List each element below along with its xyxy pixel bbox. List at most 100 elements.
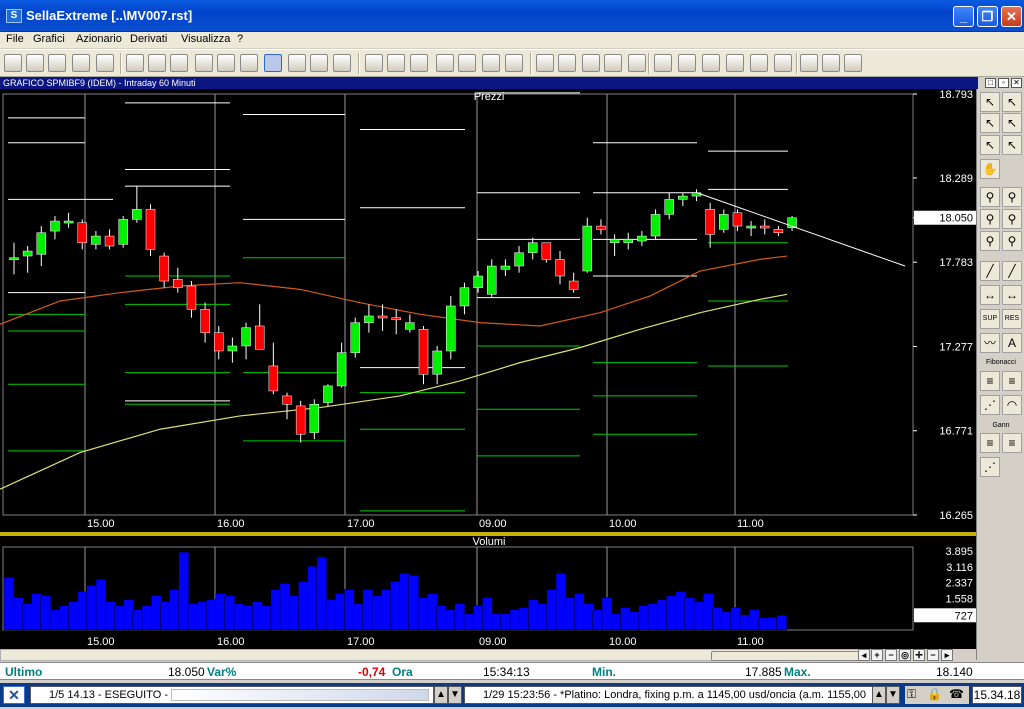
zoom-in-icon[interactable]: ⚲ <box>980 209 1000 229</box>
chart-area[interactable]: Prezzi 18.793 18.289 18.050 17.783 17.277 16.7… <box>0 89 976 660</box>
chart-icon[interactable] <box>726 54 744 72</box>
polyline-icon[interactable]: 〰 <box>980 333 1000 353</box>
alert-icon[interactable] <box>217 54 235 72</box>
open-icon[interactable] <box>4 54 22 72</box>
menu-file[interactable]: File <box>6 33 24 45</box>
globe-icon[interactable] <box>774 54 792 72</box>
watch-icon[interactable] <box>604 54 622 72</box>
fib-fan-icon[interactable]: ⋰ <box>980 395 1000 415</box>
gann-icon[interactable]: ≡ <box>980 433 1000 453</box>
search-icon[interactable] <box>288 54 306 72</box>
zoom-out2-icon[interactable]: ⚲ <box>1002 231 1022 251</box>
zoom-in-button[interactable]: + <box>871 649 883 661</box>
document-icon[interactable] <box>844 54 862 72</box>
zoom-out-icon[interactable]: ⚲ <box>980 231 1000 251</box>
app-icon[interactable]: S <box>6 9 22 23</box>
gann2-icon[interactable]: ≡ <box>1002 433 1022 453</box>
quote-bar: Ultimo 18.050 Var% -0,74 Ora 15:34:13 Mi… <box>0 662 1024 680</box>
select-arrow3-icon[interactable]: ↖ <box>980 113 1000 133</box>
menu-visualizza[interactable]: Visualizza <box>181 33 230 45</box>
refresh-icon[interactable] <box>333 54 351 72</box>
person-icon[interactable] <box>582 54 600 72</box>
chart-restore-button[interactable]: □ <box>985 78 996 88</box>
quote-icon[interactable] <box>628 54 646 72</box>
chart-close-button[interactable]: ✕ <box>1011 78 1022 88</box>
gann-fan-icon[interactable]: ⋰ <box>980 457 1000 477</box>
compass-icon[interactable] <box>654 54 672 72</box>
move-button[interactable]: ✛ <box>913 649 925 661</box>
candle-body <box>336 352 347 387</box>
menu-derivati[interactable]: Derivati <box>130 33 167 45</box>
draw-arrow2-icon[interactable]: ↖ <box>1002 135 1022 155</box>
zoom-out-button[interactable]: − <box>885 649 897 661</box>
news-ticker[interactable]: 1/29 15:23:56 - *Platino: Londra, fixing… <box>464 686 898 704</box>
fib-arc-icon[interactable]: ◠ <box>1002 395 1022 415</box>
save-icon[interactable] <box>48 54 66 72</box>
support-tool[interactable]: SUP <box>980 309 1000 329</box>
order-down-arrow[interactable]: ▼ <box>448 686 462 704</box>
scroll-right-button[interactable]: ▸ <box>941 649 953 661</box>
cancel-icon[interactable] <box>96 54 114 72</box>
menu-help[interactable]: ? <box>237 33 243 45</box>
hand-icon[interactable]: ✋ <box>980 159 1000 179</box>
tree2-icon[interactable] <box>536 54 554 72</box>
minimize-button[interactable]: _ <box>953 6 974 27</box>
close-button[interactable]: ✕ <box>1001 6 1022 27</box>
scroll-track[interactable] <box>0 649 870 661</box>
arrow-tool-icon[interactable] <box>240 54 258 72</box>
select-arrow2-icon[interactable]: ↖ <box>1002 92 1022 112</box>
portfolio-icon[interactable] <box>170 54 188 72</box>
menu-azionario[interactable]: Azionario <box>76 33 122 45</box>
print-icon[interactable] <box>72 54 90 72</box>
text-icon[interactable]: A <box>1002 333 1022 353</box>
fibonacci2-icon[interactable]: ≡ <box>1002 371 1022 391</box>
zoom2-icon[interactable]: ⚲ <box>1002 187 1022 207</box>
scroll-left-button[interactable]: ◂ <box>858 649 870 661</box>
trendline-icon[interactable]: ╱ <box>980 261 1000 281</box>
tags-icon[interactable] <box>702 54 720 72</box>
window-icon[interactable] <box>126 54 144 72</box>
layout-icon[interactable] <box>148 54 166 72</box>
calculator-icon[interactable] <box>822 54 840 72</box>
cash-icon[interactable] <box>436 54 454 72</box>
price-volume-chart[interactable]: Prezzi 18.79318.28918.05017.78317.27716.7… <box>0 89 976 649</box>
chart-tool-icon[interactable] <box>264 54 282 72</box>
news-down-arrow[interactable]: ▼ <box>886 686 900 704</box>
database-icon[interactable] <box>505 54 523 72</box>
trendline2-icon[interactable]: ╱ <box>1002 261 1022 281</box>
scroll-thumb[interactable] <box>711 651 866 661</box>
hline2-icon[interactable]: ↔ <box>1002 285 1022 305</box>
zoom-icon[interactable]: ⚲ <box>980 187 1000 207</box>
tree-icon[interactable] <box>365 54 383 72</box>
news-icon[interactable] <box>458 54 476 72</box>
key-icon[interactable]: ⚿ <box>907 687 916 702</box>
lock-icon[interactable]: 🔒 <box>927 687 942 701</box>
zoom-in2-icon[interactable]: ⚲ <box>1002 209 1022 229</box>
news-up-arrow[interactable]: ▲ <box>872 686 886 704</box>
order-ticker[interactable]: 1/5 14.13 - ESEGUITO - <box>30 686 434 704</box>
phone-icon[interactable]: ☎ <box>949 687 964 701</box>
maximize-button[interactable]: ❐ <box>977 6 998 27</box>
resistance-tool[interactable]: RES <box>1002 309 1022 329</box>
chart-minimize-button[interactable]: ▫ <box>998 78 1009 88</box>
book-icon[interactable] <box>387 54 405 72</box>
zoom-fit-button[interactable]: ◎ <box>899 649 911 661</box>
target-icon[interactable] <box>558 54 576 72</box>
layers-icon[interactable] <box>195 54 213 72</box>
binoculars-icon[interactable] <box>800 54 818 72</box>
select-arrow4-icon[interactable]: ↖ <box>1002 113 1022 133</box>
menu-grafici[interactable]: Grafici <box>33 33 65 45</box>
order-up-arrow[interactable]: ▲ <box>434 686 448 704</box>
fibonacci-icon[interactable]: ≡ <box>980 371 1000 391</box>
sella-logo-icon[interactable]: ✕ <box>3 686 25 704</box>
list-icon[interactable] <box>678 54 696 72</box>
chart-book-icon[interactable] <box>410 54 428 72</box>
select-arrow-icon[interactable]: ↖ <box>980 92 1000 112</box>
open-folder-icon[interactable] <box>26 54 44 72</box>
magic-tool-icon[interactable] <box>310 54 328 72</box>
hline-icon[interactable]: ↔ <box>980 285 1000 305</box>
draw-arrow-icon[interactable]: ↖ <box>980 135 1000 155</box>
clipboard-icon[interactable] <box>750 54 768 72</box>
zoom-out-button-2[interactable]: − <box>927 649 939 661</box>
stock-icon[interactable] <box>482 54 500 72</box>
